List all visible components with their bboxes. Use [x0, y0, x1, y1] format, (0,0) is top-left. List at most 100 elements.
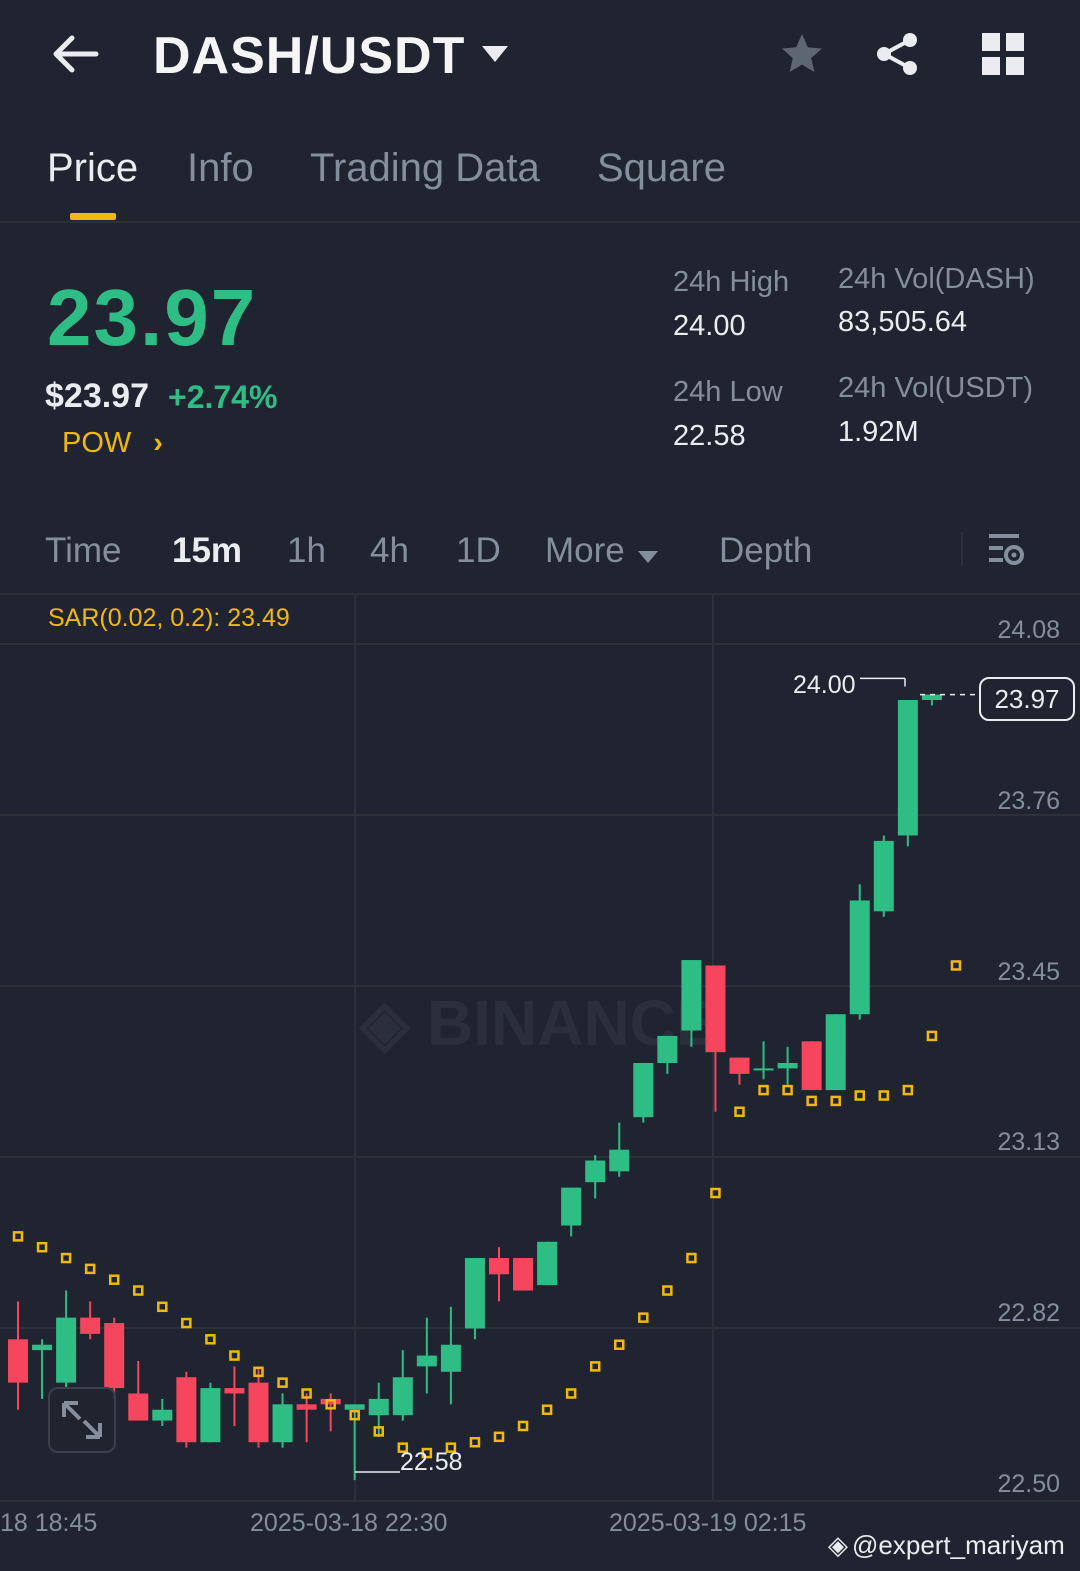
- sar-dot: [830, 1095, 841, 1107]
- tabs-divider: [0, 221, 1080, 223]
- candle-body: [753, 1068, 774, 1071]
- sar-dot: [854, 1090, 865, 1101]
- sar-dot: [133, 1285, 144, 1296]
- sar-dot: [205, 1334, 216, 1345]
- sar-dot: [181, 1317, 192, 1329]
- change-percent: +2.74%: [168, 379, 278, 415]
- tab-square[interactable]: Square: [597, 146, 726, 191]
- pair-dropdown-icon[interactable]: [480, 44, 510, 69]
- candle-body: [176, 1377, 197, 1443]
- sar-dot: [710, 1187, 721, 1199]
- candle-body: [897, 700, 918, 836]
- expand-chart-button[interactable]: [48, 1387, 116, 1453]
- timeframe-time[interactable]: Time: [45, 531, 121, 571]
- vol-quote-label: 24h Vol(USDT): [838, 372, 1034, 404]
- sar-dot: [84, 1263, 96, 1275]
- last-price: 23.97: [47, 273, 258, 362]
- sar-dot: [589, 1361, 601, 1372]
- candle-body: [416, 1355, 437, 1367]
- low-value: 22.58: [673, 420, 746, 452]
- toolbar-separator: [961, 532, 963, 566]
- candle-body: [585, 1160, 606, 1183]
- timeframe-more[interactable]: More: [545, 531, 659, 573]
- candle-body: [152, 1409, 173, 1421]
- timeframe-15m[interactable]: 15m: [172, 531, 242, 571]
- timeframe-more-label: More: [545, 531, 625, 570]
- candle-body: [32, 1344, 53, 1351]
- timeframe-1h[interactable]: 1h: [287, 531, 326, 571]
- timeframe-depth[interactable]: Depth: [719, 531, 812, 571]
- sar-dot: [782, 1084, 793, 1096]
- pair-title[interactable]: DASH/USDT: [153, 26, 465, 86]
- candle-body: [825, 1014, 846, 1091]
- tab-trading-data[interactable]: Trading Data: [310, 146, 540, 191]
- candle-body: [200, 1388, 221, 1443]
- timeframe-1d[interactable]: 1D: [456, 531, 501, 571]
- back-arrow-icon[interactable]: [50, 34, 100, 74]
- candle-body: [128, 1393, 149, 1421]
- sar-dot: [806, 1095, 817, 1107]
- candle-body: [705, 965, 726, 1053]
- y-tick-label: 23.76: [997, 787, 1060, 815]
- sar-dot: [926, 1030, 938, 1042]
- tab-price[interactable]: Price: [47, 146, 138, 191]
- sar-dot: [301, 1388, 312, 1399]
- sar-dot: [638, 1312, 649, 1323]
- high-value: 24.00: [673, 310, 746, 342]
- category-tag-label: POW: [62, 427, 132, 459]
- vol-base-value: 83,505.64: [838, 306, 968, 338]
- candle-body: [248, 1382, 269, 1443]
- candle-body: [368, 1398, 389, 1416]
- candle-body: [80, 1317, 101, 1334]
- y-tick-label: 23.45: [997, 958, 1060, 986]
- x-tick-label: 2025-03-19 02:15: [609, 1509, 807, 1537]
- candle-body: [561, 1187, 582, 1226]
- grid-menu-icon[interactable]: [982, 33, 1024, 80]
- candle-body: [464, 1258, 485, 1329]
- candle-body: [296, 1404, 317, 1410]
- candle-body: [224, 1388, 245, 1394]
- x-tick-label: 2025-03-18 22:30: [250, 1509, 448, 1537]
- y-tick-label: 23.13: [997, 1128, 1060, 1156]
- candle-body: [104, 1323, 125, 1389]
- timeframe-4h[interactable]: 4h: [370, 531, 409, 571]
- candle-body: [272, 1404, 293, 1443]
- share-icon[interactable]: [874, 30, 922, 83]
- candle-body: [344, 1404, 365, 1410]
- candle-body: [657, 1035, 678, 1063]
- candle-body: [56, 1317, 77, 1383]
- sar-dot: [878, 1090, 890, 1101]
- sar-dot: [950, 960, 962, 971]
- sar-indicator-label: SAR(0.02, 0.2): 23.49: [48, 604, 290, 632]
- candlestick-chart[interactable]: ◈ BINANCE: [0, 595, 1080, 1505]
- chevron-right-icon: ›: [153, 427, 163, 459]
- sar-dot: [469, 1436, 481, 1448]
- chevron-down-icon: [637, 533, 659, 573]
- sar-dot: [12, 1231, 24, 1242]
- x-tick-label: 18 18:45: [0, 1509, 98, 1537]
- vol-base-label: 24h Vol(DASH): [838, 263, 1035, 295]
- candle-body: [392, 1377, 413, 1416]
- watermark-label: ◈ @expert_mariyam: [828, 1530, 1065, 1561]
- watermark-handle: @expert_mariyam: [852, 1530, 1065, 1560]
- chart-bottom-divider: [0, 1500, 1080, 1502]
- sar-dot: [565, 1388, 577, 1399]
- candle-body: [873, 840, 894, 912]
- sar-dot: [517, 1420, 529, 1432]
- tab-info[interactable]: Info: [187, 146, 254, 191]
- sar-dot: [662, 1285, 673, 1296]
- category-tag[interactable]: POW ›: [62, 427, 163, 460]
- y-tick-label: 22.82: [997, 1299, 1060, 1327]
- candle-body: [777, 1063, 798, 1069]
- high-label: 24h High: [673, 266, 790, 298]
- candle-body: [921, 694, 942, 701]
- sar-dot: [60, 1252, 72, 1264]
- candle-body: [633, 1063, 654, 1118]
- chart-settings-icon[interactable]: [987, 531, 1025, 574]
- low-label: 24h Low: [673, 376, 783, 408]
- candle-body: [609, 1149, 630, 1172]
- binance-logo-icon: ◈: [828, 1530, 848, 1560]
- sar-dot: [157, 1301, 168, 1313]
- candle-body: [8, 1339, 28, 1383]
- favorite-star-icon[interactable]: [778, 30, 826, 83]
